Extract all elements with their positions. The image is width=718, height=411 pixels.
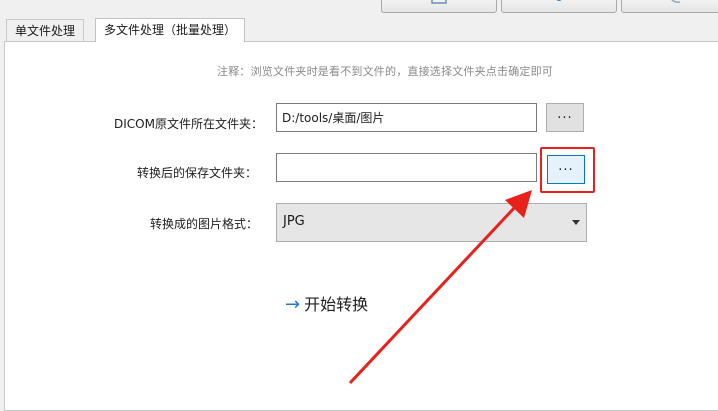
chevron-down-icon: [572, 220, 580, 225]
tab-batch-files[interactable]: 多文件处理（批量处理）: [95, 18, 246, 42]
output-folder-label: 转换后的保存文件夹：: [137, 166, 258, 180]
format-label: 转换成的图片格式：: [150, 217, 259, 231]
toolbar-button-3[interactable]: [621, 0, 718, 13]
arrow-right-icon: →: [285, 294, 301, 315]
start-convert-label: 开始转换: [304, 295, 369, 314]
toolbar-1-icon: [431, 0, 447, 4]
source-folder-input[interactable]: D:/tools/桌面/图片: [276, 103, 537, 132]
hint-note: 注释：浏览文件夹时是看不到文件的，直接选择文件夹点击确定即可: [217, 65, 553, 78]
format-select[interactable]: JPG: [276, 203, 587, 242]
start-convert-link[interactable]: → 开始转换: [285, 291, 368, 315]
source-folder-label: DICOM原文件所在文件夹：: [114, 117, 263, 131]
red-highlight-box: [540, 147, 595, 193]
tab-single-file[interactable]: 单文件处理: [6, 19, 85, 42]
toolbar-3-icon: [671, 0, 681, 3]
toolbar-button-1[interactable]: [381, 0, 497, 13]
source-browse-button[interactable]: ...: [546, 103, 584, 132]
output-folder-input[interactable]: [276, 153, 537, 182]
format-selected-value: JPG: [283, 214, 305, 229]
top-toolbar: [0, 0, 718, 16]
toolbar-button-2[interactable]: [501, 0, 617, 13]
toolbar-2-icon: [556, 0, 562, 1]
